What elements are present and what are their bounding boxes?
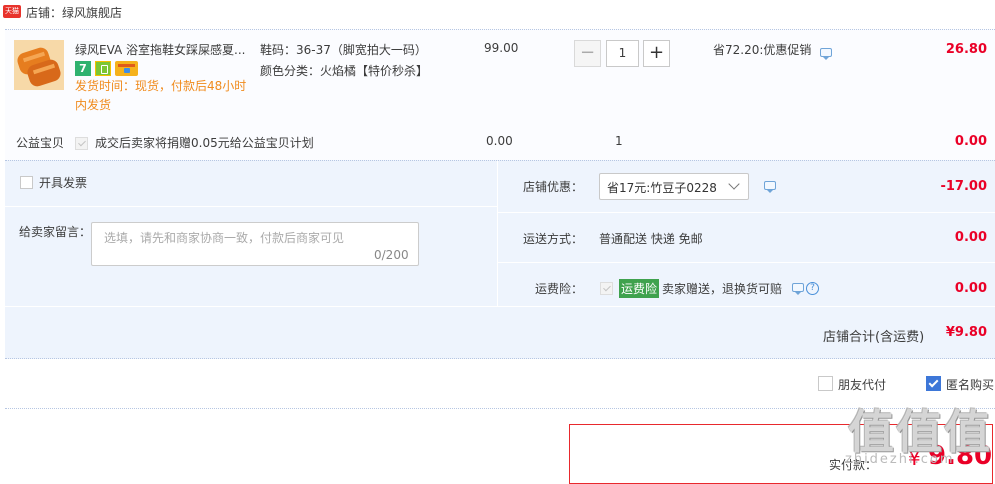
options-divider (497, 161, 498, 306)
left-divider (5, 206, 497, 207)
ship-time: 发货时间：现货，付款后48小时内发货 (75, 79, 247, 112)
coupon-amount: -17.00 (940, 179, 987, 194)
unit-price: 99.00 (484, 41, 519, 55)
watermark-url: zhidezhi.com (845, 452, 955, 467)
insurance-label: 运费险： (535, 282, 584, 296)
product-title[interactable]: 绿风EVA 浴室拖鞋女踩屎感夏... (75, 41, 253, 58)
anonymous-label[interactable]: 匿名购买 (946, 376, 994, 393)
insurance-checkbox (600, 282, 613, 295)
credit-card-icon (115, 61, 138, 76)
friend-pay-label[interactable]: 朋友代付 (838, 376, 886, 393)
shop-name[interactable]: 店铺：绿风旗舰店 (26, 4, 122, 21)
charity-description: 成交后卖家将捐赠0.05元给公益宝贝计划 (95, 136, 314, 150)
charity-checkbox (75, 137, 88, 150)
coupon-label: 店铺优惠： (523, 180, 584, 194)
guarantee-icon (95, 61, 111, 76)
sku-size: 鞋码：36-37（脚宽拍大一码） (260, 43, 427, 57)
section-separator (5, 408, 995, 410)
insurance-chat-icon[interactable] (792, 283, 804, 295)
promo-chat-icon[interactable] (820, 48, 832, 60)
insurance-tag: 运费险 (619, 279, 660, 298)
shipping-method: 普通配送 快递 免邮 (599, 232, 703, 246)
message-counter: 0/200 (374, 248, 409, 262)
coupon-chat-icon[interactable] (764, 181, 776, 193)
product-thumbnail[interactable] (14, 40, 64, 90)
message-label: 给卖家留言： (19, 225, 92, 239)
seven-day-return-icon: 7 (75, 61, 91, 76)
shipping-amount: 0.00 (954, 230, 987, 245)
charity-label: 公益宝贝 (16, 136, 65, 150)
shop-total-amount: ¥9.80 (945, 325, 987, 340)
quantity-increase-button[interactable]: + (643, 40, 670, 67)
promotion-text: 省72.20:优惠促销 (713, 43, 812, 57)
invoice-checkbox[interactable] (20, 176, 33, 189)
charity-price: 0.00 (486, 134, 513, 148)
anonymous-checkbox[interactable] (926, 376, 941, 391)
charity-quantity: 1 (615, 134, 623, 148)
item-subtotal: 26.80 (945, 42, 987, 57)
quantity-decrease-button[interactable]: − (574, 40, 601, 67)
right-divider-2 (498, 262, 995, 263)
insurance-amount: 0.00 (954, 281, 987, 296)
shop-total-label: 店铺合计(含运费) (823, 330, 925, 345)
charity-total: 0.00 (954, 134, 987, 149)
friend-pay-checkbox[interactable] (818, 376, 833, 391)
sku-color: 颜色分类：火焰橘【特价秒杀】 (260, 64, 429, 78)
insurance-description: 卖家赠送，退换货可赔 (662, 282, 783, 296)
tmall-badge: 天猫 (3, 5, 21, 18)
right-divider-1 (498, 212, 995, 213)
help-icon[interactable]: ? (806, 282, 819, 295)
total-divider (5, 306, 995, 307)
shipping-label: 运送方式： (523, 232, 584, 246)
invoice-label[interactable]: 开具发票 (39, 174, 87, 191)
message-placeholder: 选填，请先和商家协商一致，付款后商家可见 (104, 231, 345, 245)
coupon-selected-value[interactable]: 省17元:竹豆子0228 (607, 179, 717, 196)
quantity-input[interactable]: 1 (606, 40, 639, 67)
